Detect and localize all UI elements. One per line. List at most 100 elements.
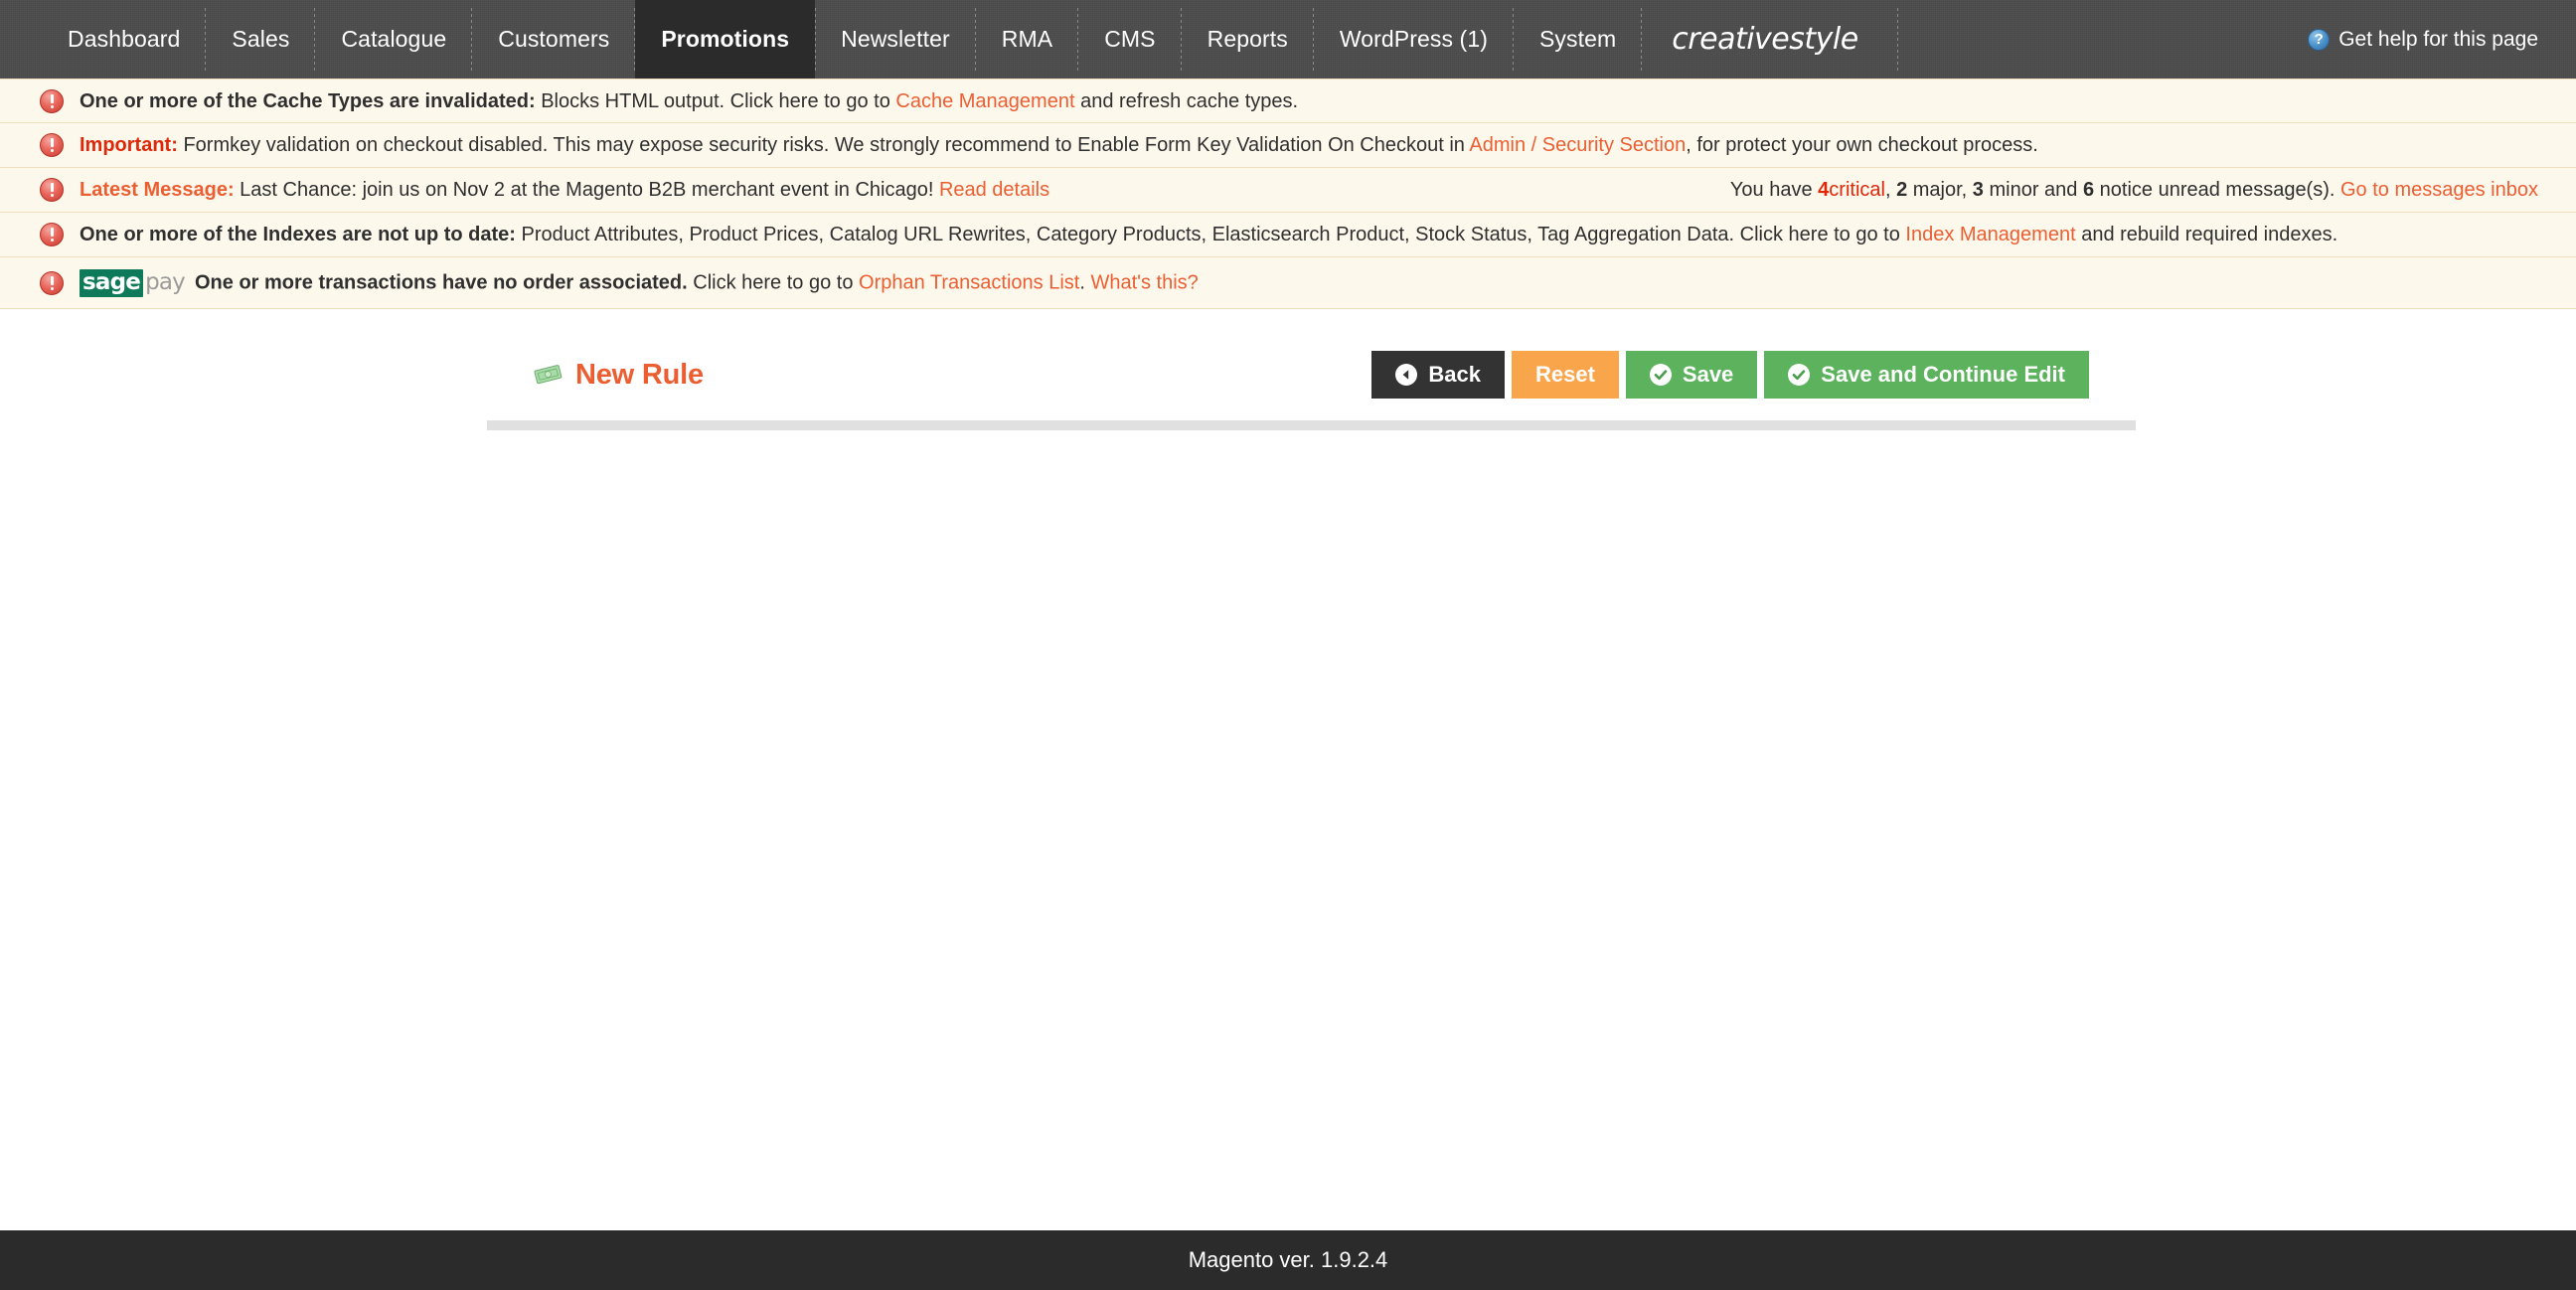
- nav-item-newsletter[interactable]: Newsletter: [815, 0, 976, 79]
- system-message-row: sage pay One or more transactions have no …: [0, 257, 2576, 309]
- question-mark-circle-icon: ?: [2308, 28, 2331, 51]
- system-message-text: sage pay One or more transactions have no …: [80, 268, 1199, 297]
- nav-item-sales[interactable]: Sales: [206, 0, 316, 79]
- warning-icon: [40, 223, 64, 246]
- critical-label: critical: [1829, 178, 1885, 201]
- nav-item-list: Dashboard Sales Catalogue Customers Promotio…: [0, 0, 1643, 79]
- nav-item-label: Sales: [232, 26, 290, 52]
- nav-item-label: Dashboard: [68, 26, 181, 52]
- system-message-text: Important: Formkey validation on checkou…: [80, 132, 2038, 158]
- sagepay-logo: sage pay: [80, 268, 186, 297]
- warning-icon: [40, 270, 64, 295]
- brand-logo-text: creativestyle: [1672, 22, 1858, 57]
- nav-item-label: WordPress (1): [1339, 26, 1488, 52]
- system-messages-list: One or more of the Cache Types are inval…: [0, 79, 2576, 309]
- message-body-text: Last Chance: join us on Nov 2 at the Mag…: [234, 179, 939, 201]
- system-message-text: Latest Message: Last Chance: join us on …: [80, 177, 1049, 203]
- save-and-continue-edit-button[interactable]: Save and Continue Edit: [1764, 351, 2089, 399]
- major-count: 2: [1896, 178, 1908, 201]
- system-message-row: One or more of the Cache Types are inval…: [0, 79, 2576, 123]
- nav-item-dashboard[interactable]: Dashboard: [42, 0, 207, 79]
- summary-sep: ,: [1884, 178, 1897, 201]
- system-message-row: Latest Message: Last Chance: join us on …: [0, 168, 2576, 213]
- warning-icon: [40, 133, 64, 157]
- message-bold-prefix: One or more of the Cache Types are inval…: [80, 89, 536, 112]
- message-link[interactable]: Admin / Security Section: [1469, 134, 1686, 156]
- warning-icon: [40, 88, 64, 113]
- back-arrow-icon: [1395, 364, 1418, 386]
- notice-label: notice unread message(s).: [2094, 178, 2340, 201]
- back-button[interactable]: Back: [1371, 351, 1505, 399]
- main-navigation-bar: Dashboard Sales Catalogue Customers Promotio…: [0, 0, 2576, 79]
- content-divider: [487, 420, 2136, 430]
- get-help-label: Get help for this page: [2338, 27, 2538, 51]
- notice-count: 6: [2082, 178, 2095, 201]
- button-label: Reset: [1534, 362, 1595, 387]
- nav-item-label: Promotions: [661, 26, 790, 52]
- messages-inbox-link[interactable]: Go to messages inbox: [2340, 179, 2538, 201]
- nav-item-cms[interactable]: CMS: [1078, 0, 1183, 79]
- message-body-text: Product Attributes, Product Prices, Cata…: [515, 224, 1906, 245]
- brand-logo: creativestyle: [1642, 0, 1899, 79]
- warning-icon: [40, 178, 64, 202]
- money-banknote-icon: [534, 363, 564, 387]
- message-link[interactable]: Cache Management: [895, 90, 1074, 112]
- message-body-text-after: and refresh cache types.: [1074, 89, 1299, 112]
- page-title-text: New Rule: [575, 358, 704, 391]
- nav-item-label: Reports: [1207, 26, 1288, 52]
- check-circle-icon: [1649, 364, 1672, 386]
- major-label: major,: [1907, 178, 1973, 201]
- nav-item-label: Newsletter: [841, 26, 950, 52]
- message-body-text: Click here to go to: [687, 270, 860, 293]
- system-message-text: One or more of the Indexes are not up to…: [80, 222, 2337, 247]
- minor-label: minor and: [1983, 178, 2083, 201]
- nav-item-label: Catalogue: [341, 26, 447, 52]
- message-link[interactable]: Read details: [939, 179, 1049, 201]
- message-link[interactable]: Orphan Transactions List: [859, 271, 1079, 293]
- button-label: Save and Continue Edit: [1821, 362, 2065, 387]
- reset-button[interactable]: Reset: [1511, 351, 1619, 399]
- nav-item-customers[interactable]: Customers: [472, 0, 636, 79]
- nav-item-label: RMA: [1001, 26, 1053, 52]
- nav-item-system[interactable]: System: [1514, 0, 1643, 79]
- main-content-area: New Rule Back Reset Save Save and Continue …: [0, 309, 2576, 1005]
- page-title: New Rule: [534, 359, 704, 392]
- nav-item-rma[interactable]: RMA: [976, 0, 1079, 79]
- footer-version-text: Magento ver. 1.9.2.4: [1188, 1247, 1388, 1272]
- system-message-row: Important: Formkey validation on checkou…: [0, 123, 2576, 168]
- system-message-text: One or more of the Cache Types are inval…: [80, 88, 1298, 114]
- system-message-row: One or more of the Indexes are not up to…: [0, 213, 2576, 257]
- summary-prefix: You have: [1729, 178, 1819, 201]
- nav-item-label: Customers: [498, 26, 610, 52]
- message-body-text-mid: .: [1079, 270, 1091, 293]
- message-body-text-after: , for protect your own checkout process.: [1686, 134, 2038, 156]
- nav-item-wordpress-1[interactable]: WordPress (1): [1314, 0, 1515, 79]
- save-button[interactable]: Save: [1625, 351, 1758, 399]
- nav-item-reports[interactable]: Reports: [1182, 0, 1315, 79]
- sagepay-logo-sage: sage: [80, 268, 144, 297]
- nav-item-catalogue[interactable]: Catalogue: [315, 0, 473, 79]
- unread-messages-summary: You have 4critical, 2 major, 3 minor and…: [1730, 179, 2538, 202]
- button-label: Back: [1428, 362, 1481, 387]
- nav-item-label: System: [1538, 26, 1617, 52]
- check-circle-icon: [1788, 364, 1811, 386]
- nav-item-label: CMS: [1104, 26, 1156, 52]
- message-latest-prefix: Latest Message:: [80, 179, 235, 201]
- button-label: Save: [1682, 362, 1734, 387]
- message-important-prefix: Important:: [80, 134, 178, 156]
- page-footer: Magento ver. 1.9.2.4: [0, 1230, 2576, 1290]
- critical-count: 4: [1818, 178, 1830, 201]
- message-link[interactable]: Index Management: [1905, 224, 2075, 245]
- get-help-link[interactable]: ? Get help for this page: [2308, 0, 2576, 79]
- message-bold-prefix: One or more of the Indexes are not up to…: [80, 224, 516, 245]
- page-header: New Rule Back Reset Save Save and Continue …: [534, 309, 2089, 399]
- message-body-text: Formkey validation on checkout disabled.…: [177, 134, 1470, 156]
- message-body-text: Blocks HTML output. Click here to go to: [535, 89, 896, 112]
- message-whats-this-link[interactable]: What's this?: [1090, 271, 1198, 293]
- nav-item-promotions[interactable]: Promotions: [635, 0, 816, 79]
- message-body-text-after: and rebuild required indexes.: [2075, 224, 2338, 245]
- minor-count: 3: [1972, 178, 1984, 201]
- page-action-buttons: Back Reset Save Save and Continue Edit: [1371, 351, 2089, 399]
- sagepay-logo-pay: pay: [145, 269, 186, 295]
- message-bold-prefix: One or more transactions have no order a…: [194, 270, 688, 293]
